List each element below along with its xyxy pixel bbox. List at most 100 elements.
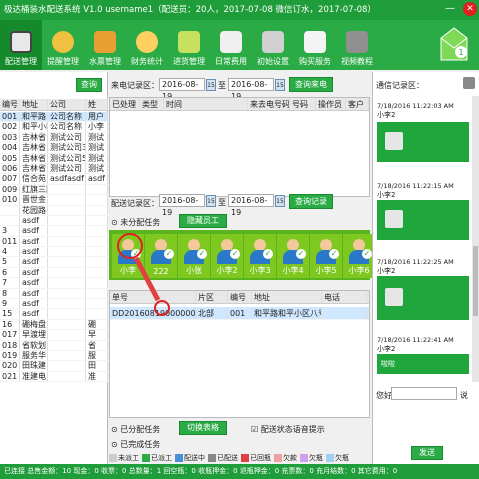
table-row[interactable]: 9 asdf [0,299,108,310]
cell: 测试 [86,153,108,163]
switch-view-button[interactable]: 切换表格 [179,421,227,435]
col-header[interactable]: 操作员 [316,98,346,110]
col-header[interactable]: 来去电号码 [248,98,290,110]
speaker-icon[interactable] [385,288,403,306]
tool-purchase-management[interactable]: 进货管理 [168,20,210,70]
table-row[interactable]: 007 信合苑 asdfasdf asdf [0,174,108,185]
table-row[interactable]: 020 田珠建 田 [0,361,108,372]
table-row[interactable]: 017 早渡埋 早 [0,330,108,341]
cell [48,226,86,236]
table-row[interactable]: 001 和平路 公司名称 用户 [0,112,108,123]
speaker-icon[interactable] [385,132,403,150]
col-header[interactable]: 姓 [86,99,108,110]
tool-video-tutorial[interactable]: 视频教程 [336,20,378,70]
calls-date-to[interactable]: 2016-08-19 [228,78,274,101]
tool-label: 视频教程 [341,57,373,66]
cell: asdf [20,247,48,257]
col-header[interactable]: 编号 [228,291,252,303]
table-row[interactable]: 019 服务华 服 [0,350,108,362]
voice-message[interactable] [377,276,469,320]
table-row[interactable]: 4 asdf [0,247,108,258]
cell [48,299,86,309]
staff-tile[interactable]: ✓ 小李2 [211,234,243,278]
col-header[interactable]: 公司 [48,99,86,110]
cell [48,236,86,247]
col-header[interactable]: 类型 [140,98,164,110]
voice-message[interactable] [377,122,469,162]
table-row[interactable]: 009红旗三路 [0,184,108,196]
col-header[interactable]: 地址 [252,291,322,303]
completed-toggle[interactable]: ⊙ 已完成任务 [111,439,160,450]
cell [86,195,108,205]
table-row[interactable]: 011 asdf [0,236,108,248]
query-records-button[interactable]: 查询记录 [289,194,333,209]
unassigned-toggle[interactable]: ⊙ 未分配任务 [111,217,160,228]
table-row[interactable]: 018 省软划 省 [0,340,108,351]
send-button[interactable]: 发送 [411,446,443,460]
table-row[interactable]: 010 晋世金 [0,195,108,206]
legend-label: 已派工 [151,454,172,462]
table-row[interactable]: 6 asdf [0,267,108,279]
table-row[interactable]: 3 asdf [0,226,108,237]
table-row[interactable]: 006 吉林省 测试公司 测试 [0,163,108,175]
table-row[interactable]: 005 吉林省 测试公司5 测试 [0,153,108,164]
staff-tile[interactable]: ✓ 小李5 [310,234,342,278]
legend-item: 已配送 [208,453,238,463]
table-row[interactable]: 15 asdf [0,309,108,320]
col-header[interactable]: 片区 [196,291,228,303]
delivery-date-to[interactable]: 2016-08-19 [228,194,274,217]
tool-initial-settings[interactable]: 初始设置 [252,20,294,70]
col-header[interactable]: 地址 [20,99,48,110]
finance-icon [136,31,158,53]
speaker-icon[interactable] [385,210,403,228]
col-header[interactable]: 客户 [346,98,369,110]
hide-staff-button[interactable]: 隐藏员工 [179,214,227,228]
calendar-icon[interactable]: 15 [275,79,285,91]
col-header[interactable]: 电话 [322,291,367,303]
close-button[interactable]: ✕ [463,2,477,16]
legend-item: 配送中 [175,453,205,463]
customer-query-button[interactable]: 查询 [76,78,102,92]
staff-tile[interactable]: ✓ 小李6 [343,234,375,278]
tool-ticket-management[interactable]: 水票管理 [84,20,126,70]
table-row[interactable]: 004 吉林省 测试公司3 测试 [0,143,108,154]
table-row[interactable]: asdf [0,215,108,227]
calendar-icon[interactable]: 15 [275,195,285,207]
tool-daily-expense[interactable]: 日常费用 [210,20,252,70]
minimize-button[interactable]: — [443,2,457,16]
staff-tile[interactable]: ✓ 小李3 [244,234,276,278]
tool-delivery-management[interactable]: 配送管理 [0,20,42,70]
chat-scrollbar[interactable] [472,96,479,382]
table-row[interactable]: 021 准建电 准 [0,371,108,383]
table-row[interactable]: 8 asdf [0,288,108,300]
col-header[interactable]: 时间 [164,98,248,110]
table-row[interactable]: 003 吉林省 测试公司 测试 [0,132,108,144]
assigned-toggle[interactable]: ⊙ 已分配任务 [111,424,160,435]
table-row[interactable]: 002和平小区公司名称小李 [0,122,108,133]
calendar-icon[interactable]: 15 [206,79,216,91]
table-row[interactable]: 5 asdf [0,257,108,268]
table-row[interactable]: 16 硼梅盘 硼 [0,319,108,331]
tool-reminder-management[interactable]: 提醒管理 [42,20,84,70]
query-calls-button[interactable]: 查询来电 [289,77,333,92]
tool-finance-statistics[interactable]: 财务统计 [126,20,168,70]
chat-settings-icon[interactable] [463,77,475,89]
table-row[interactable]: 7 asdf [0,278,108,289]
col-header[interactable]: 号码 [290,98,316,110]
table-row[interactable]: 花园路 [0,205,108,216]
calls-date-from[interactable]: 2016-08-19 [159,78,205,101]
voice-message[interactable] [377,200,469,240]
message-user: 小李2 [377,345,396,353]
delivery-date-from[interactable]: 2016-08-19 [159,194,205,217]
status-legend: 未派工 已派工 配送中 已配送 已回瓶 欠款 欠瓶 欠瓶 [109,452,370,464]
chat-input[interactable] [391,387,457,400]
tool-buy-service[interactable]: 购买服务 [294,20,336,70]
calendar-icon[interactable]: 15 [206,195,216,207]
cell: asdf [20,309,48,319]
col-header[interactable]: 已处理 [110,98,140,110]
col-header[interactable]: 编号 [0,99,20,110]
staff-tile[interactable]: ✓ 小张 [178,234,210,278]
message-envelope-icon[interactable]: 1 [439,26,469,62]
staff-tile[interactable]: ✓ 小李4 [277,234,309,278]
voice-prompt-checkbox[interactable]: ☑ 配送状态语音提示 [251,424,325,435]
